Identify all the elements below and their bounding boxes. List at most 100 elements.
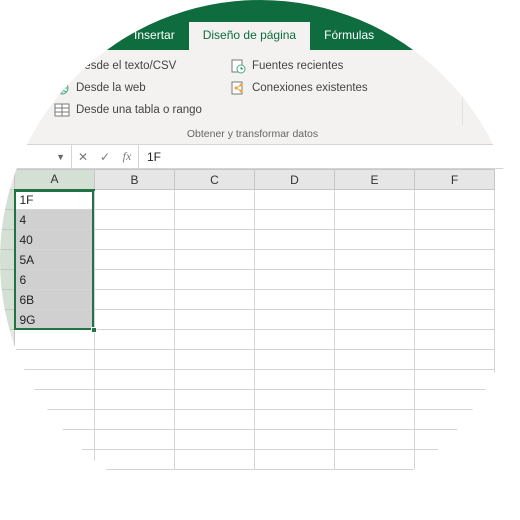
cell[interactable] bbox=[175, 430, 255, 450]
cell[interactable] bbox=[335, 390, 415, 410]
cell[interactable] bbox=[175, 350, 255, 370]
cell[interactable] bbox=[335, 330, 415, 350]
row-header[interactable] bbox=[0, 450, 15, 470]
cell[interactable] bbox=[255, 190, 335, 210]
tab-insertar[interactable]: Insertar bbox=[120, 22, 189, 50]
cell[interactable] bbox=[255, 390, 335, 410]
cell-a7[interactable]: 9G bbox=[15, 310, 95, 330]
refresh-all-button[interactable]: Actualizar todo ▼ bbox=[471, 54, 520, 125]
cell[interactable] bbox=[15, 430, 95, 450]
cell-a6[interactable]: 6B bbox=[15, 290, 95, 310]
from-web-button[interactable]: Desde la web bbox=[48, 78, 208, 98]
formula-input[interactable]: 1F bbox=[139, 145, 520, 168]
spreadsheet-grid[interactable]: A B C D E F 11F 24 340 45A 56 66B 79G 8 bbox=[0, 169, 520, 470]
cell[interactable] bbox=[255, 430, 335, 450]
cell[interactable] bbox=[95, 230, 175, 250]
cell-a2[interactable]: 4 bbox=[15, 210, 95, 230]
cell[interactable] bbox=[175, 450, 255, 470]
tab-fragment[interactable]: s bbox=[30, 22, 64, 50]
row-header[interactable]: 6 bbox=[0, 290, 15, 310]
get-data-button[interactable]: Obtener datos ▼ bbox=[0, 54, 48, 125]
cell[interactable] bbox=[175, 190, 255, 210]
cell[interactable] bbox=[15, 370, 95, 390]
cell[interactable] bbox=[95, 290, 175, 310]
cell[interactable] bbox=[335, 270, 415, 290]
cell[interactable] bbox=[335, 250, 415, 270]
existing-connections-button[interactable]: Conexiones existentes bbox=[224, 78, 374, 98]
cell[interactable] bbox=[255, 250, 335, 270]
cell[interactable] bbox=[415, 370, 495, 390]
cell[interactable] bbox=[335, 290, 415, 310]
cell[interactable] bbox=[175, 310, 255, 330]
cell[interactable] bbox=[15, 450, 95, 470]
select-all-corner[interactable] bbox=[0, 170, 15, 190]
cell[interactable] bbox=[95, 390, 175, 410]
insert-function-button[interactable]: fx bbox=[116, 145, 138, 168]
tab-diseno-pagina[interactable]: Diseño de página bbox=[189, 22, 310, 50]
cell[interactable] bbox=[255, 450, 335, 470]
cell[interactable] bbox=[175, 410, 255, 430]
cell[interactable] bbox=[15, 390, 95, 410]
column-header-c[interactable]: C bbox=[175, 170, 255, 190]
cell[interactable] bbox=[175, 330, 255, 350]
column-header-f[interactable]: F bbox=[415, 170, 495, 190]
cell[interactable] bbox=[175, 230, 255, 250]
cell[interactable] bbox=[95, 410, 175, 430]
cell[interactable] bbox=[415, 290, 495, 310]
row-header[interactable]: 8 bbox=[0, 330, 15, 350]
tab-inicio[interactable]: Inicio bbox=[64, 22, 120, 50]
cell[interactable] bbox=[335, 310, 415, 330]
cancel-formula-button[interactable]: ✕ bbox=[72, 145, 94, 168]
cell[interactable] bbox=[415, 330, 495, 350]
column-header-e[interactable]: E bbox=[335, 170, 415, 190]
cell[interactable] bbox=[255, 290, 335, 310]
cell[interactable] bbox=[175, 210, 255, 230]
cell[interactable] bbox=[175, 390, 255, 410]
column-header-a[interactable]: A bbox=[15, 170, 95, 190]
row-header[interactable] bbox=[0, 410, 15, 430]
row-header[interactable] bbox=[0, 390, 15, 410]
row-header[interactable]: 3 bbox=[0, 230, 15, 250]
column-header-d[interactable]: D bbox=[255, 170, 335, 190]
cell[interactable] bbox=[415, 310, 495, 330]
cell-a3[interactable]: 40 bbox=[15, 230, 95, 250]
cell[interactable] bbox=[95, 350, 175, 370]
row-header[interactable]: 5 bbox=[0, 270, 15, 290]
cell[interactable] bbox=[175, 270, 255, 290]
cell[interactable] bbox=[255, 310, 335, 330]
row-header[interactable] bbox=[0, 370, 15, 390]
cell[interactable] bbox=[255, 410, 335, 430]
cell[interactable] bbox=[95, 250, 175, 270]
cell[interactable] bbox=[415, 450, 495, 470]
cell[interactable] bbox=[255, 330, 335, 350]
column-header-b[interactable]: B bbox=[95, 170, 175, 190]
cell[interactable] bbox=[95, 270, 175, 290]
cell[interactable] bbox=[175, 370, 255, 390]
cell[interactable] bbox=[415, 390, 495, 410]
cell[interactable] bbox=[255, 270, 335, 290]
cell[interactable] bbox=[15, 410, 95, 430]
cell[interactable] bbox=[415, 230, 495, 250]
row-header[interactable] bbox=[0, 350, 15, 370]
cell[interactable] bbox=[335, 230, 415, 250]
fill-handle[interactable] bbox=[91, 327, 97, 333]
cell[interactable] bbox=[255, 370, 335, 390]
cell[interactable] bbox=[415, 430, 495, 450]
cell[interactable] bbox=[175, 290, 255, 310]
cell[interactable] bbox=[335, 450, 415, 470]
enter-formula-button[interactable]: ✓ bbox=[94, 145, 116, 168]
cell[interactable] bbox=[335, 190, 415, 210]
cell[interactable] bbox=[335, 370, 415, 390]
cell[interactable] bbox=[415, 350, 495, 370]
cell[interactable] bbox=[15, 350, 95, 370]
cell[interactable] bbox=[415, 210, 495, 230]
row-header[interactable]: 4 bbox=[0, 250, 15, 270]
cell-a5[interactable]: 6 bbox=[15, 270, 95, 290]
cell[interactable] bbox=[415, 250, 495, 270]
cell[interactable] bbox=[95, 210, 175, 230]
cell[interactable] bbox=[335, 430, 415, 450]
cell[interactable] bbox=[175, 250, 255, 270]
cell[interactable] bbox=[95, 450, 175, 470]
from-csv-button[interactable]: Desde el texto/CSV bbox=[48, 56, 208, 76]
row-header[interactable]: 2 bbox=[0, 210, 15, 230]
